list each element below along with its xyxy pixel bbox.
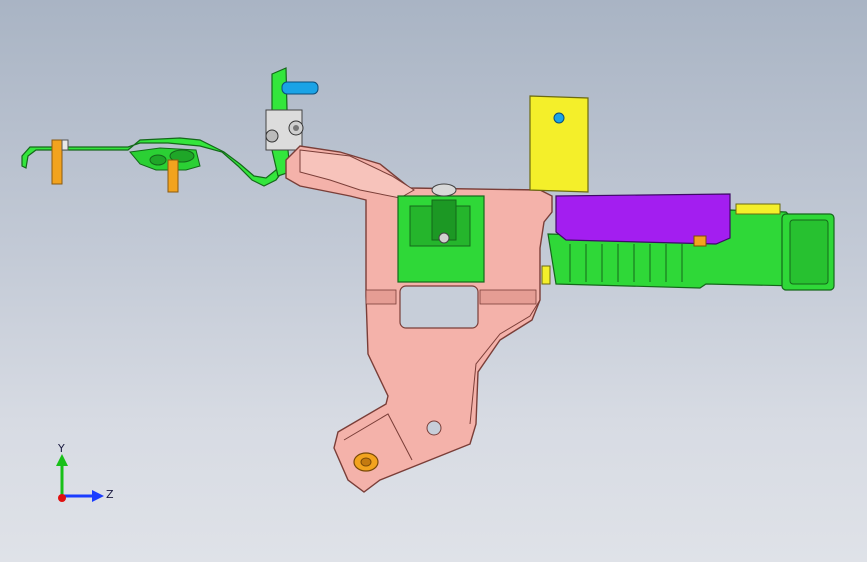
y-axis-label: Y xyxy=(57,442,65,455)
orange-nut[interactable] xyxy=(353,452,379,472)
cad-model-view[interactable] xyxy=(0,0,867,562)
z-axis-label: Z xyxy=(106,488,114,501)
blue-pin[interactable] xyxy=(281,81,319,95)
coordinate-triad: Y Z xyxy=(56,442,114,502)
3d-viewport[interactable]: Y Z xyxy=(0,0,867,562)
z-axis-arrow-icon xyxy=(92,490,104,502)
x-axis-dot-icon xyxy=(58,494,66,502)
yellow-plate[interactable] xyxy=(529,95,589,193)
y-axis-arrow-icon xyxy=(56,454,68,466)
